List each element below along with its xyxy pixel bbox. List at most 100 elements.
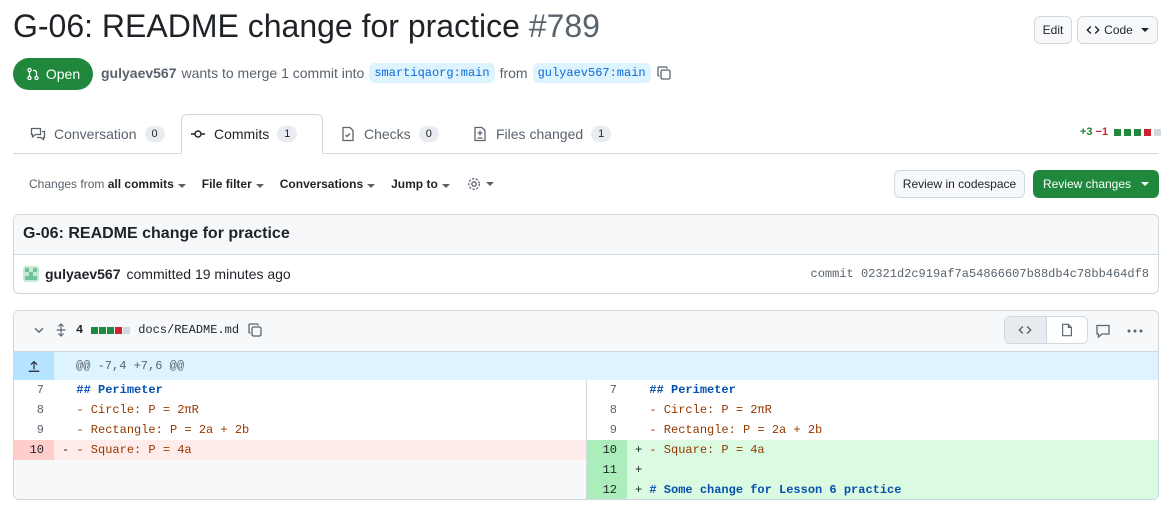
diff-toolbar: Changes from all commits File filter Con… xyxy=(29,176,494,192)
code-icon xyxy=(1018,323,1032,337)
edit-button[interactable]: Edit xyxy=(1034,16,1072,44)
base-branch[interactable]: smartiqaorg:main xyxy=(369,63,495,83)
diff-line-added: 11 + xyxy=(587,460,1158,480)
tab-conversation[interactable]: Conversation 0 xyxy=(22,114,173,154)
line-text: - Rectangle: P = 2a + 2b xyxy=(649,423,823,437)
tab-commits[interactable]: Commits 1 xyxy=(181,114,323,154)
chevron-down-icon xyxy=(1141,182,1150,186)
line-code: ## Perimeter xyxy=(54,380,586,400)
settings-dropdown[interactable] xyxy=(466,176,494,192)
tab-counter: 0 xyxy=(144,126,165,142)
status-badge: Open xyxy=(13,58,93,90)
line-marker xyxy=(62,383,69,397)
author-link[interactable]: gulyaev567 xyxy=(101,65,177,81)
commit-action: committed 19 minutes ago xyxy=(126,266,291,282)
line-text: # Some change for Lesson 6 practice xyxy=(649,483,902,497)
line-text: ## Perimeter xyxy=(649,383,736,397)
diffstat-block xyxy=(91,326,99,334)
kebab-horizontal-icon[interactable] xyxy=(1126,323,1144,339)
diff-line-empty xyxy=(14,460,586,480)
diffstat-block xyxy=(99,326,107,334)
line-code: + # Some change for Lesson 6 practice xyxy=(627,480,1158,499)
line-code: ## Perimeter xyxy=(627,380,1158,400)
diffstat-block xyxy=(1154,128,1162,136)
commit-sha[interactable]: commit 02321d2c919af7a54866607b88db4c78b… xyxy=(811,267,1149,281)
deletions-count: −1 xyxy=(1095,126,1109,138)
jump-to-dropdown[interactable]: Jump to xyxy=(391,177,450,191)
line-code: - Rectangle: P = 2a + 2b xyxy=(627,420,1158,440)
chevron-down-icon xyxy=(485,182,494,186)
chevron-down-icon[interactable] xyxy=(32,323,46,337)
line-number[interactable]: 7 xyxy=(14,380,54,400)
line-number[interactable]: 8 xyxy=(14,400,54,420)
page-title: G-06: README change for practice #789 xyxy=(13,6,600,46)
copy-icon[interactable] xyxy=(247,322,263,338)
avatar[interactable] xyxy=(23,266,39,282)
line-code: - - Square: P = 4a xyxy=(54,440,586,460)
line-number[interactable]: 9 xyxy=(587,420,627,440)
chevron-down-icon xyxy=(441,184,450,188)
line-number[interactable]: 10 xyxy=(587,440,627,460)
line-marker xyxy=(635,423,642,437)
code-icon xyxy=(1086,23,1100,37)
line-number[interactable]: 7 xyxy=(587,380,627,400)
line-marker xyxy=(62,423,69,437)
line-text: - Square: P = 4a xyxy=(649,443,765,457)
line-number[interactable]: 10 xyxy=(14,440,54,460)
review-changes-label: Review changes xyxy=(1042,177,1132,191)
line-number[interactable]: 12 xyxy=(587,480,627,499)
diffstat-block xyxy=(115,326,123,334)
head-branch[interactable]: gulyaev567:main xyxy=(532,63,651,83)
diffstat-block xyxy=(1144,128,1152,136)
diffstat-block xyxy=(1114,128,1122,136)
commit-info: gulyaev567 committed 19 minutes ago comm… xyxy=(14,255,1158,293)
gear-icon xyxy=(466,176,482,192)
tab-checks[interactable]: Checks 0 xyxy=(332,114,447,154)
diffstat-block xyxy=(1134,128,1142,136)
conversations-dropdown[interactable]: Conversations xyxy=(280,177,376,191)
pr-number: #789 xyxy=(528,8,600,44)
file-filter-dropdown[interactable]: File filter xyxy=(202,177,264,191)
git-commit-icon xyxy=(190,126,206,142)
chevron-down-icon xyxy=(367,184,376,188)
diff-line-added: 10 + - Square: P = 4a xyxy=(587,440,1158,460)
comment-discussion-icon xyxy=(30,126,46,142)
review-changes-button[interactable]: Review changes xyxy=(1033,170,1159,198)
chevron-down-icon xyxy=(1140,28,1149,32)
line-marker xyxy=(62,403,69,417)
commit-title: G-06: README change for practice xyxy=(14,215,1158,255)
tab-counter: 0 xyxy=(418,126,439,142)
code-button[interactable]: Code xyxy=(1077,16,1158,44)
file-path[interactable]: docs/README.md xyxy=(138,323,239,337)
diffstat: +3 −1 xyxy=(1080,126,1162,138)
diffstat-block xyxy=(1124,128,1132,136)
pr-meta: gulyaev567 wants to merge 1 commit into … xyxy=(101,63,672,83)
rich-diff-button[interactable] xyxy=(1047,317,1088,343)
file-change-count: 4 xyxy=(76,323,84,337)
expand-all-icon[interactable] xyxy=(54,322,68,338)
source-diff-button[interactable] xyxy=(1005,317,1047,343)
tab-counter: 1 xyxy=(591,126,612,142)
line-number[interactable]: 8 xyxy=(587,400,627,420)
diff-line-deleted: 10 - - Square: P = 4a xyxy=(14,440,586,460)
file-header: 4 docs/README.md xyxy=(14,311,1158,352)
line-number[interactable]: 9 xyxy=(14,420,54,440)
review-in-codespace-button[interactable]: Review in codespace xyxy=(894,170,1025,198)
expand-up-icon[interactable] xyxy=(14,352,54,380)
line-code: - Circle: P = 2πR xyxy=(627,400,1158,420)
copy-icon[interactable] xyxy=(656,65,672,81)
comment-icon[interactable] xyxy=(1095,323,1111,339)
commit-author[interactable]: gulyaev567 xyxy=(45,266,121,282)
diffstat-block xyxy=(107,326,115,334)
line-text: - Rectangle: P = 2a + 2b xyxy=(76,423,250,437)
hunk-header: @@ -7,4 +7,6 @@ xyxy=(14,352,1158,380)
tab-label: Conversation xyxy=(54,126,137,142)
line-marker: + xyxy=(635,463,643,477)
tab-files-changed[interactable]: Files changed 1 xyxy=(464,114,619,154)
diff-left-side: 7 ## Perimeter 8 - Circle: P = 2πR 9 - R… xyxy=(14,380,587,499)
diff-line: 9 - Rectangle: P = 2a + 2b xyxy=(587,420,1158,440)
line-number[interactable]: 11 xyxy=(587,460,627,480)
changes-from-dropdown[interactable]: Changes from all commits xyxy=(29,177,186,191)
line-marker xyxy=(635,383,642,397)
line-text: - Circle: P = 2πR xyxy=(76,403,199,417)
